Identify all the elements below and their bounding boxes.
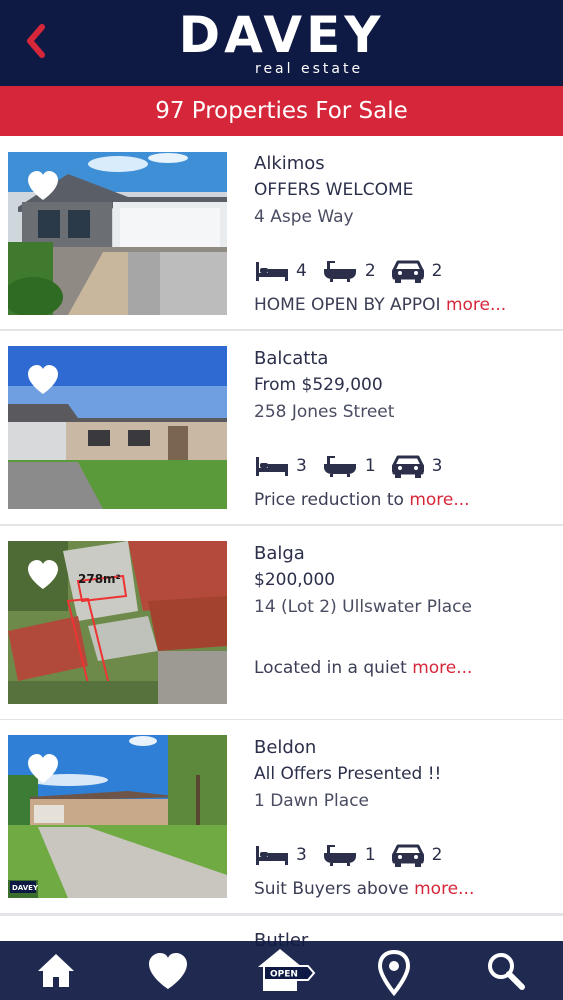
bathroom-count: 1 — [364, 845, 376, 865]
listing-card[interactable]: Alkimos OFFERS WELCOME 4 Aspe Way 4 2 2 … — [0, 136, 563, 331]
bathroom-count: 2 — [364, 261, 376, 281]
listing-suburb: Balga — [254, 543, 305, 564]
snippet-text: Suit Buyers above — [254, 879, 409, 899]
heart-icon — [28, 365, 58, 394]
listing-photo[interactable]: 278m² — [8, 541, 227, 704]
listing-info: Balcatta From $529,000 258 Jones Street — [254, 346, 554, 425]
listing-snippet: HOME OPEN BY APPOI more... — [254, 295, 506, 315]
listing-info: Balga $200,000 14 (Lot 2) Ullswater Plac… — [254, 541, 554, 620]
listing-suburb: Balcatta — [254, 348, 329, 369]
bed-icon — [256, 846, 288, 865]
favourite-button[interactable] — [25, 753, 61, 785]
more-link[interactable]: more... — [446, 295, 506, 315]
garage-count: 2 — [431, 845, 443, 865]
bedroom-count: 4 — [296, 261, 307, 281]
listing-snippet: Price reduction to more... — [254, 490, 470, 510]
bathroom-count: 1 — [364, 456, 376, 476]
app-header: DAVEY real estate — [0, 0, 563, 86]
car-icon — [391, 260, 424, 283]
tab-map[interactable] — [354, 941, 434, 1000]
open-house-icon: OPEN — [258, 949, 316, 991]
listing-address: 1 Dawn Place — [254, 791, 370, 811]
heart-icon — [28, 754, 58, 783]
listing-features: 3 1 2 — [254, 841, 456, 869]
listing-headline: $200,000 — [254, 570, 336, 590]
heart-icon — [28, 171, 58, 200]
bed-icon — [256, 457, 288, 476]
listing-info: Beldon All Offers Presented !! 1 Dawn Pl… — [254, 735, 554, 814]
search-icon — [488, 953, 525, 990]
snippet-text: Located in a quiet — [254, 658, 407, 678]
listing-snippet: Suit Buyers above more... — [254, 879, 474, 899]
listing-features: 4 2 2 — [254, 257, 456, 285]
brand-name: DAVEY — [178, 6, 385, 64]
snippet-text: HOME OPEN BY APPOI — [254, 295, 441, 315]
favourite-button[interactable] — [25, 559, 61, 591]
bath-icon — [323, 261, 356, 282]
listing-card[interactable]: Balcatta From $529,000 258 Jones Street … — [0, 331, 563, 526]
listing-card-partial[interactable]: Butler — [0, 914, 563, 951]
favourite-button[interactable] — [25, 364, 61, 396]
bottom-tab-bar: OPEN — [0, 941, 563, 1000]
listing-features: 3 1 3 — [254, 452, 456, 480]
bedroom-count: 3 — [296, 845, 307, 865]
watermark-logo: DAVEY — [12, 884, 39, 892]
listing-headline: From $529,000 — [254, 375, 383, 395]
listing-info: Alkimos OFFERS WELCOME 4 Aspe Way — [254, 151, 554, 230]
brand-tagline: real estate — [255, 61, 364, 77]
listing-headline: OFFERS WELCOME — [254, 180, 414, 200]
bath-icon — [323, 845, 356, 866]
brand-logo: DAVEY real estate — [0, 6, 563, 77]
listing-address: 4 Aspe Way — [254, 207, 354, 227]
tab-favourites[interactable] — [128, 941, 208, 1000]
car-icon — [391, 844, 424, 867]
home-icon — [38, 954, 74, 987]
more-link[interactable]: more... — [409, 490, 469, 510]
tab-home[interactable] — [16, 941, 96, 1000]
tab-open-homes[interactable]: OPEN — [241, 941, 321, 1000]
listing-address: 258 Jones Street — [254, 402, 395, 422]
map-pin-icon — [377, 949, 411, 997]
car-icon — [391, 455, 424, 478]
listing-photo[interactable]: DAVEY — [8, 735, 227, 898]
bed-icon — [256, 262, 288, 281]
listing-address: 14 (Lot 2) Ullswater Place — [254, 597, 472, 617]
listing-headline: All Offers Presented !! — [254, 764, 442, 784]
more-link[interactable]: more... — [412, 658, 472, 678]
listing-suburb: Alkimos — [254, 153, 325, 174]
more-link[interactable]: more... — [414, 879, 474, 899]
bath-icon — [323, 456, 356, 477]
lot-area-label: 278m² — [78, 572, 121, 586]
listing-list: Alkimos OFFERS WELCOME 4 Aspe Way 4 2 2 … — [0, 136, 563, 941]
listing-photo[interactable] — [8, 152, 227, 315]
snippet-text: Price reduction to — [254, 490, 404, 510]
garage-count: 2 — [431, 261, 443, 281]
listing-photo[interactable] — [8, 346, 227, 509]
heart-icon — [149, 953, 187, 989]
open-label: OPEN — [270, 970, 298, 980]
tab-search[interactable] — [466, 941, 546, 1000]
listing-suburb: Beldon — [254, 737, 317, 758]
listing-snippet: Located in a quiet more... — [254, 658, 472, 678]
listing-card[interactable]: DAVEY Beldon All Offers Presented !! 1 D… — [0, 720, 563, 915]
bedroom-count: 3 — [296, 456, 307, 476]
results-count-banner: 97 Properties For Sale — [0, 86, 563, 136]
garage-count: 3 — [431, 456, 443, 476]
listing-card[interactable]: 278m² Balga $200,000 14 (Lot 2) Ullswate… — [0, 526, 563, 721]
favourite-button[interactable] — [25, 170, 61, 202]
heart-icon — [28, 560, 58, 589]
